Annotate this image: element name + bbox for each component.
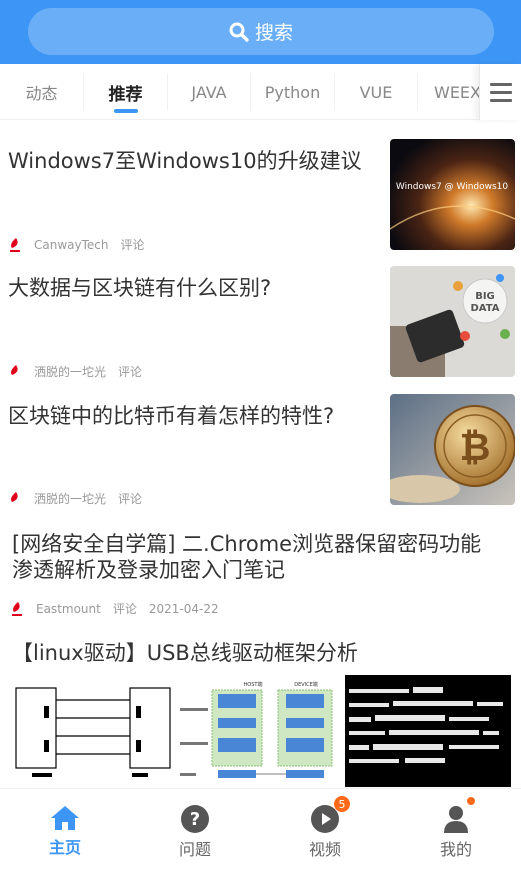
menu-icon — [489, 82, 512, 86]
tabs-menu-button[interactable] — [479, 64, 521, 120]
header: 搜索 — [0, 0, 521, 64]
article-title[interactable]: 区块链中的比特币有着怎样的特性? — [8, 403, 334, 429]
article-item[interactable]: 【linux驱动】USB总线驱动框架分析 HOST端 DEVICE端 — [0, 630, 521, 788]
author-logo-icon — [12, 601, 22, 616]
play-icon — [311, 805, 339, 833]
search-label: 搜索 — [254, 22, 293, 44]
svg-text:DATA: DATA — [470, 303, 499, 314]
tab-vue[interactable]: VUE — [335, 64, 417, 119]
article-title[interactable]: Windows7至Windows10的升级建议 — [8, 148, 362, 174]
notification-dot — [467, 797, 475, 805]
article-image-terminal[interactable] — [345, 675, 511, 787]
article-thumbnail[interactable]: ₿ — [390, 394, 515, 505]
article-item[interactable]: 大数据与区块链有什么区别? 洒脱的一坨光 评论 BIG DATA — [0, 255, 521, 382]
author-logo-icon — [11, 491, 18, 502]
article-item[interactable]: [网络安全自学篇] 二.Chrome浏览器保留密码功能 渗透解析及登录加密入门笔… — [0, 510, 521, 630]
article-image-framework[interactable]: HOST端 DEVICE端 — [178, 678, 340, 785]
article-meta: CanwayTech 评论 — [10, 236, 145, 253]
nav-questions[interactable]: ? 问题 — [130, 789, 260, 876]
article-title[interactable]: 大数据与区块链有什么区别? — [8, 275, 271, 301]
svg-text:BIG: BIG — [475, 291, 495, 302]
article-comment[interactable]: 评论 — [120, 236, 144, 253]
search-button[interactable]: 搜索 — [28, 8, 494, 55]
article-thumbnail[interactable]: Windows7 @ Windows10 — [390, 139, 515, 250]
svg-text:Windows7 @ Windows10: Windows7 @ Windows10 — [396, 182, 509, 192]
article-item[interactable]: Windows7至Windows10的升级建议 CanwayTech 评论 Wi… — [0, 120, 521, 255]
article-meta: 洒脱的一坨光 评论 — [10, 490, 142, 507]
svg-text:HOST端: HOST端 — [244, 681, 263, 688]
tab-python[interactable]: Python — [251, 64, 334, 119]
nav-mine[interactable]: 我的 — [391, 789, 521, 876]
article-image-circuit[interactable] — [12, 678, 174, 785]
svg-text:DEVICE端: DEVICE端 — [294, 681, 318, 688]
home-icon — [51, 806, 79, 830]
article-title[interactable]: [网络安全自学篇] 二.Chrome浏览器保留密码功能 渗透解析及登录加密入门笔… — [12, 531, 481, 583]
author-logo-icon — [11, 364, 18, 375]
article-author[interactable]: 洒脱的一坨光 — [34, 490, 106, 507]
svg-text:?: ? — [190, 809, 200, 830]
tab-dongtai[interactable]: 动态 — [0, 64, 83, 119]
svg-text:₿: ₿ — [460, 425, 491, 469]
user-icon — [444, 806, 468, 833]
question-icon: ? — [181, 805, 209, 833]
video-badge: 5 — [334, 796, 350, 812]
article-meta: 洒脱的一坨光 评论 — [10, 363, 142, 380]
article-author[interactable]: Eastmount — [36, 602, 101, 616]
tab-java[interactable]: JAVA — [168, 64, 250, 119]
article-meta: Eastmount 评论 2021-04-22 — [12, 600, 219, 617]
article-author[interactable]: 洒脱的一坨光 — [34, 363, 106, 380]
article-author[interactable]: CanwayTech — [34, 238, 108, 252]
article-item[interactable]: 区块链中的比特币有着怎样的特性? 洒脱的一坨光 评论 ₿ — [0, 382, 521, 510]
category-tabs: 动态 推荐 JAVA Python VUE WEEX — [0, 64, 521, 120]
bottom-nav: 主页 ? 问题 视频 5 我的 — [0, 788, 521, 876]
nav-video[interactable]: 视频 5 — [260, 789, 390, 876]
article-title[interactable]: 【linux驱动】USB总线驱动框架分析 — [12, 640, 358, 666]
tab-recommend[interactable]: 推荐 — [84, 64, 167, 119]
article-date: 2021-04-22 — [148, 601, 219, 616]
article-comment[interactable]: 评论 — [113, 600, 137, 617]
article-comment[interactable]: 评论 — [118, 363, 142, 380]
nav-home[interactable]: 主页 — [0, 789, 130, 876]
article-thumbnail[interactable]: BIG DATA — [390, 266, 515, 377]
article-comment[interactable]: 评论 — [118, 490, 142, 507]
search-icon — [229, 22, 249, 42]
author-logo-icon — [10, 237, 20, 252]
